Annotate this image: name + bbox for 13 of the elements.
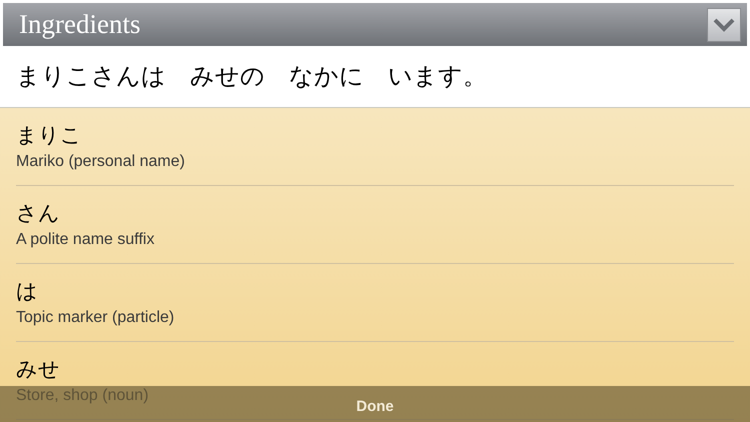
chevron-down-icon <box>713 18 735 32</box>
word-meaning: A polite name suffix <box>16 230 154 250</box>
word-meaning: Store, shop (noun) <box>16 386 149 406</box>
japanese-sentence: まりこさんは みせの なかに います。 <box>16 62 487 92</box>
collapse-button[interactable] <box>707 8 741 42</box>
japanese-word: さん <box>16 200 60 226</box>
japanese-word: みせ <box>16 356 60 382</box>
word-meaning: Mariko (personal name) <box>16 152 185 172</box>
japanese-word: は <box>16 278 38 304</box>
word-meaning: Topic marker (particle) <box>16 308 174 328</box>
japanese-word: まりこ <box>16 122 82 148</box>
done-button[interactable]: Done <box>344 396 406 418</box>
title: Ingredients <box>19 8 140 42</box>
